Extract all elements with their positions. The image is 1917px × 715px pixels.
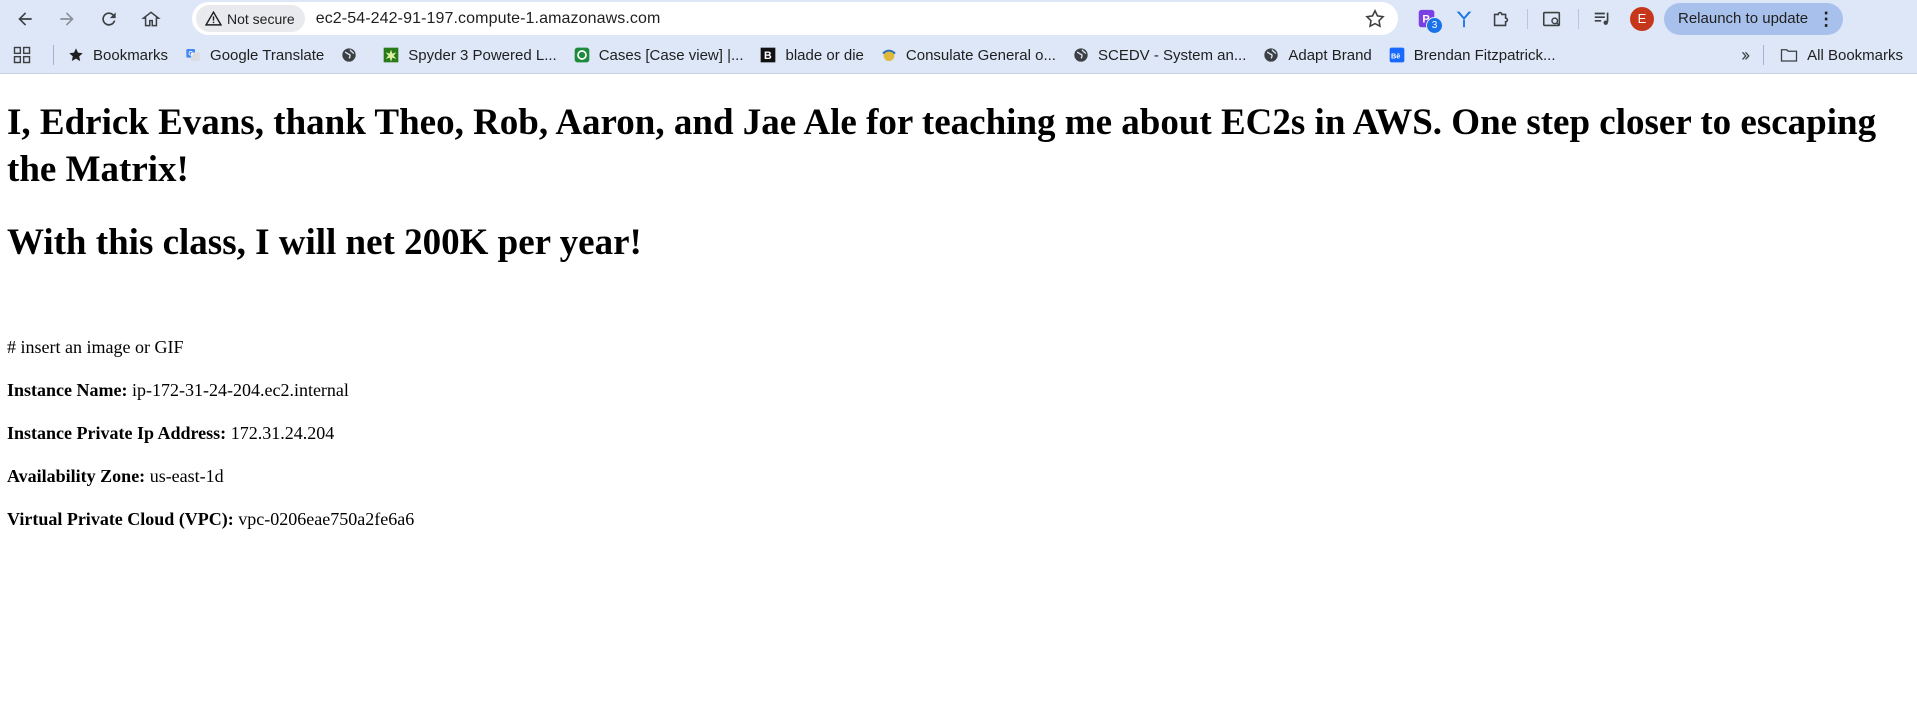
bookmark-google-translate[interactable]: G Google Translate bbox=[185, 47, 324, 64]
bookmark-consulate[interactable]: Consulate General o... bbox=[881, 47, 1056, 64]
bookmark-label: Google Translate bbox=[210, 46, 325, 64]
bookmark-bookmarks[interactable]: Bookmarks bbox=[68, 47, 168, 64]
extensions-menu-button[interactable] bbox=[1487, 5, 1515, 33]
tab-search-icon bbox=[1542, 11, 1561, 26]
folder-icon bbox=[1781, 49, 1798, 62]
url-text[interactable]: ec2-54-242-91-197.compute-1.amazonaws.co… bbox=[316, 10, 661, 28]
page-subheading: With this class, I will net 200K per yea… bbox=[7, 222, 642, 263]
bookmark-label: Adapt Brand bbox=[1288, 46, 1372, 64]
forward-button[interactable] bbox=[49, 3, 85, 35]
instance-name-value: ip-172-31-24-204.ec2.internal bbox=[127, 380, 349, 400]
vpc-value: vpc-0206eae750a2fe6a6 bbox=[233, 509, 415, 529]
private-ip-row: Instance Private Ip Address: 172.31.24.2… bbox=[7, 422, 334, 444]
star-icon bbox=[68, 47, 84, 63]
relaunch-label: Relaunch to update bbox=[1678, 10, 1809, 27]
home-icon bbox=[141, 10, 161, 26]
globe-icon bbox=[341, 47, 357, 63]
availability-zone-label: Availability Zone: bbox=[7, 466, 146, 486]
page-heading: I, Edrick Evans, thank Theo, Rob, Aaron,… bbox=[7, 102, 1877, 190]
relaunch-to-update-button[interactable]: Relaunch to update ⋮ bbox=[1664, 2, 1844, 35]
bookmark-label: Bookmarks bbox=[93, 46, 169, 64]
puzzle-icon bbox=[1493, 11, 1509, 26]
bookmark-star-button[interactable] bbox=[1364, 8, 1386, 30]
reload-button[interactable] bbox=[91, 3, 127, 35]
bookmarks-divider bbox=[53, 45, 54, 65]
bookmark-brendan-fitzpatrick[interactable]: Bē Brendan Fitzpatrick... bbox=[1389, 47, 1556, 64]
globe-icon bbox=[1073, 47, 1089, 63]
globe-icon bbox=[1263, 47, 1279, 63]
spyder-icon bbox=[383, 47, 399, 63]
star-outline-icon bbox=[1365, 8, 1385, 28]
security-label: Not secure bbox=[227, 10, 295, 27]
availability-zone-value: us-east-1d bbox=[145, 466, 224, 486]
profile-avatar[interactable]: E bbox=[1630, 6, 1654, 31]
instance-name-label: Instance Name: bbox=[7, 380, 128, 400]
extension-y-button[interactable] bbox=[1450, 5, 1478, 33]
search-tabs-button[interactable] bbox=[1538, 5, 1566, 33]
toolbar-divider bbox=[1527, 8, 1528, 29]
bookmark-spyder[interactable]: Spyder 3 Powered L... bbox=[383, 46, 557, 64]
arrow-left-icon bbox=[18, 11, 32, 26]
reload-icon bbox=[102, 11, 116, 26]
bookmark-label: Consulate General o... bbox=[905, 46, 1056, 64]
y-extension-icon bbox=[1456, 11, 1472, 27]
media-queue-icon bbox=[1594, 12, 1609, 25]
more-menu-icon[interactable]: ⋮ bbox=[1817, 10, 1835, 28]
apps-button[interactable] bbox=[10, 43, 34, 67]
bookmark-cases[interactable]: Cases [Case view] |... bbox=[574, 46, 744, 64]
private-ip-label: Instance Private Ip Address: bbox=[7, 423, 227, 443]
vpc-label: Virtual Private Cloud (VPC): bbox=[7, 509, 234, 529]
bookmark-label: blade or die bbox=[785, 46, 864, 64]
security-indicator[interactable]: Not secure bbox=[196, 5, 305, 32]
apps-grid-icon bbox=[13, 46, 31, 64]
bookmark-label: Cases [Case view] |... bbox=[598, 46, 744, 64]
back-button[interactable] bbox=[7, 3, 43, 35]
bookmark-scedv[interactable]: SCEDV - System an... bbox=[1073, 47, 1246, 64]
availability-zone-row: Availability Zone: us-east-1d bbox=[7, 465, 224, 487]
vpc-row: Virtual Private Cloud (VPC): vpc-0206eae… bbox=[7, 508, 414, 530]
svg-text:G: G bbox=[188, 52, 193, 58]
all-bookmarks-button[interactable]: All Bookmarks bbox=[1780, 47, 1903, 64]
toolbar-divider bbox=[1578, 8, 1579, 29]
bookmarks-divider bbox=[1763, 45, 1765, 65]
bookmark-adapt-brand[interactable]: Adapt Brand bbox=[1263, 46, 1372, 64]
extension-p-button[interactable]: P 3 bbox=[1413, 5, 1443, 34]
arrow-right-icon bbox=[60, 11, 74, 26]
address-bar[interactable]: Not secure ec2-54-242-91-197.compute-1.a… bbox=[192, 2, 1398, 35]
consulate-icon bbox=[881, 47, 897, 63]
bookmarks-bar-right: ›› All Bookmarks bbox=[1741, 37, 1917, 73]
bookmark-label: Spyder 3 Powered L... bbox=[408, 46, 557, 64]
svg-text:B: B bbox=[764, 50, 772, 62]
bookmarks-bar: Bookmarks G Google Translate Spyder 3 Po… bbox=[0, 37, 1917, 74]
bookmark-blade-or-die[interactable]: B blade or die bbox=[760, 46, 864, 64]
private-ip-value: 172.31.24.204 bbox=[226, 423, 335, 443]
google-translate-icon: G bbox=[185, 47, 201, 63]
bookmark-label: SCEDV - System an... bbox=[1097, 46, 1247, 64]
placeholder-comment: # insert an image or GIF bbox=[7, 337, 184, 357]
cases-icon bbox=[574, 47, 590, 63]
more-bookmarks-chevron-icon[interactable]: ›› bbox=[1741, 45, 1750, 66]
instance-name-row: Instance Name: ip-172-31-24-204.ec2.inte… bbox=[7, 379, 349, 401]
b-icon: B bbox=[760, 47, 776, 63]
extension-badge: 3 bbox=[1426, 16, 1443, 34]
browser-toolbar: Not secure ec2-54-242-91-197.compute-1.a… bbox=[0, 0, 1917, 37]
bookmark-label: Brendan Fitzpatrick... bbox=[1413, 46, 1556, 64]
bookmark-globe[interactable] bbox=[341, 47, 366, 63]
media-control-button[interactable] bbox=[1589, 5, 1617, 33]
home-button[interactable] bbox=[133, 3, 169, 35]
warning-triangle-icon bbox=[205, 10, 222, 26]
behance-icon: Bē bbox=[1389, 47, 1405, 63]
extensions-area: P 3 E Relaunch to update ⋮ bbox=[1413, 0, 1844, 37]
all-bookmarks-label: All Bookmarks bbox=[1807, 46, 1903, 64]
svg-text:Bē: Bē bbox=[1391, 51, 1400, 60]
